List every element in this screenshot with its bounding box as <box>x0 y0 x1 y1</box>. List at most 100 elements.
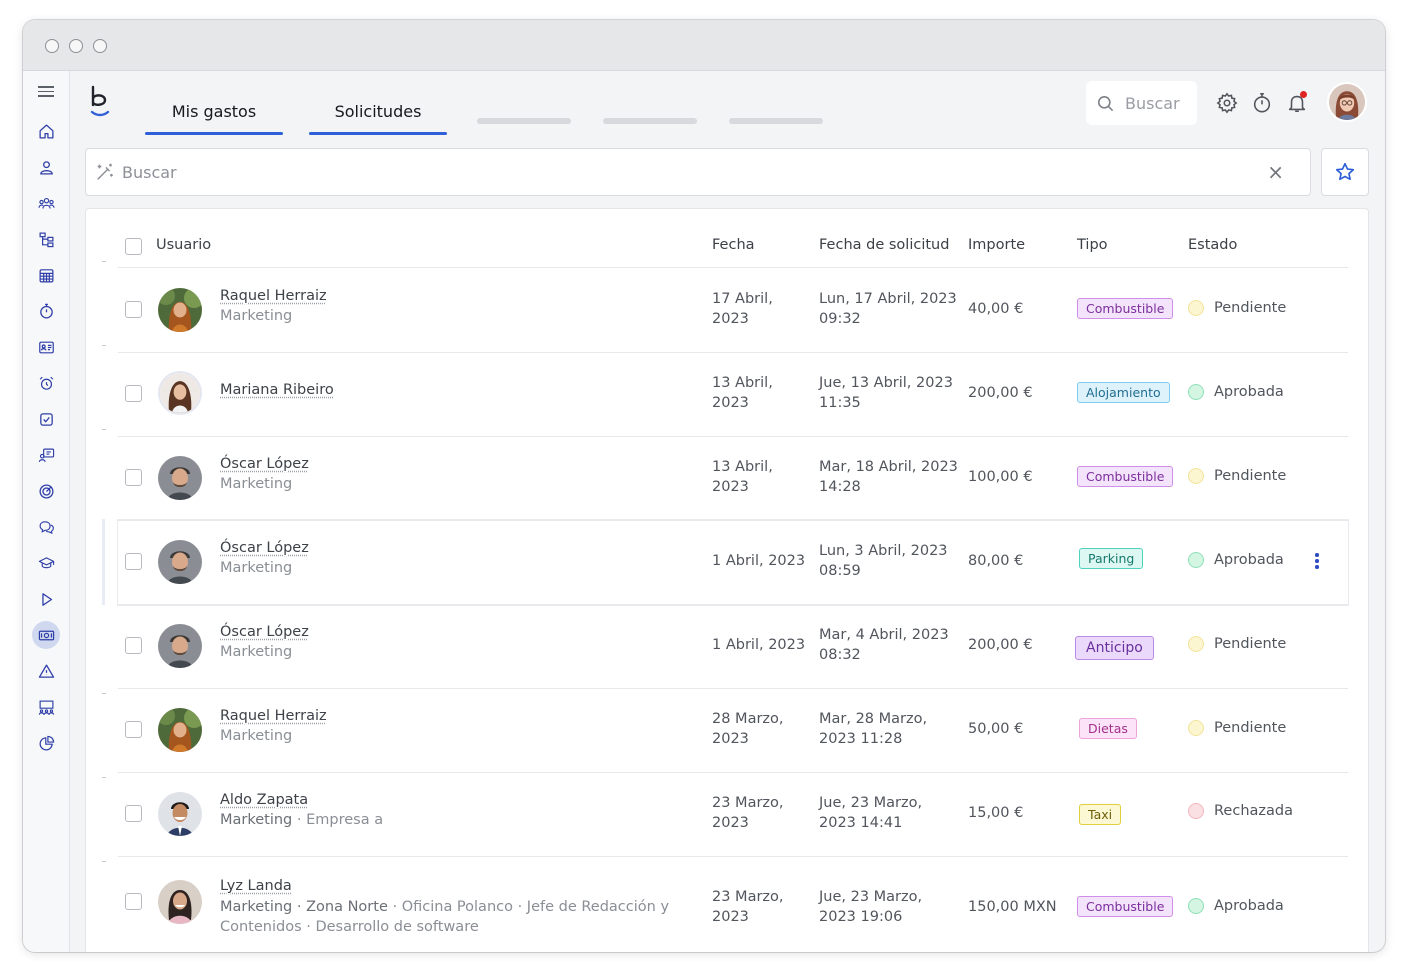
filter-search-bar[interactable]: Buscar × <box>85 148 1311 196</box>
row-checkbox[interactable] <box>125 553 142 570</box>
avatar[interactable] <box>158 540 202 584</box>
target-icon[interactable] <box>34 479 58 503</box>
row-checkbox[interactable] <box>125 637 142 654</box>
more-options-icon[interactable] <box>1314 552 1320 572</box>
row-checkbox[interactable] <box>125 301 142 318</box>
expense-date: 17 Abril, <box>712 291 773 307</box>
status-label: Pendiente <box>1214 468 1287 484</box>
bell-icon[interactable] <box>1286 91 1308 114</box>
type-badge: Combustible <box>1077 298 1174 319</box>
money-icon[interactable] <box>32 621 60 649</box>
status-indicator: Pendiente <box>1188 636 1286 652</box>
avatar[interactable] <box>158 456 202 500</box>
user-affiliation-line-2: Contenidos · Desarrollo de software <box>220 919 479 935</box>
row-checkbox[interactable] <box>125 893 142 910</box>
user-affiliation-line-1: Marketing · Zona Norte · Oficina Polanco… <box>220 897 669 917</box>
global-search[interactable]: Buscar <box>1086 81 1197 125</box>
table-row[interactable]: Raquel Herraiz Marketing 28 Marzo, 2023 … <box>118 688 1348 773</box>
user-department: Marketing <box>220 728 293 744</box>
expense-amount: 80,00 € <box>968 553 1024 569</box>
user-department: Marketing <box>220 560 293 576</box>
alarm-icon[interactable] <box>34 371 58 395</box>
tab-solicitudes[interactable]: Solicitudes <box>309 91 447 135</box>
row-checkbox[interactable] <box>125 385 142 402</box>
column-header-type[interactable]: Tipo <box>1077 237 1108 253</box>
chat-icon[interactable] <box>34 515 58 539</box>
type-badge: Anticipo <box>1075 636 1154 660</box>
status-indicator: Pendiente <box>1188 300 1286 316</box>
table-row[interactable]: Óscar López Marketing 1 Abril, 2023 Lun,… <box>118 520 1348 605</box>
table-row[interactable]: Óscar López Marketing 1 Abril, 2023 Mar,… <box>118 604 1348 689</box>
user-name-link[interactable]: Raquel Herraiz <box>220 708 327 724</box>
gear-icon[interactable] <box>1216 92 1238 114</box>
user-name-link[interactable]: Mariana Ribeiro <box>220 382 334 398</box>
avatar[interactable] <box>158 288 202 332</box>
row-marker <box>102 261 106 262</box>
user-name-link[interactable]: Lyz Landa <box>220 878 292 894</box>
column-header-user[interactable]: Usuario <box>156 237 211 253</box>
stopwatch-icon[interactable] <box>34 299 58 323</box>
user-name-link[interactable]: Óscar López <box>220 624 309 640</box>
status-indicator: Aprobada <box>1188 384 1284 400</box>
checklist-icon[interactable] <box>34 407 58 431</box>
request-time: 14:28 <box>819 479 861 495</box>
favorite-button[interactable] <box>1321 148 1369 196</box>
user-icon[interactable] <box>34 155 58 179</box>
user-name-link[interactable]: Óscar López <box>220 456 309 472</box>
status-dot <box>1188 384 1204 400</box>
user-board-icon[interactable] <box>34 443 58 467</box>
user-department: Marketing <box>220 812 293 828</box>
maximize-window-button[interactable] <box>93 39 107 53</box>
row-checkbox[interactable] <box>125 721 142 738</box>
expense-amount: 150,00 MXN <box>968 899 1057 915</box>
avatar[interactable] <box>158 880 202 924</box>
column-header-amount[interactable]: Importe <box>968 237 1025 253</box>
user-zone: Zona Norte <box>306 899 388 915</box>
row-checkbox[interactable] <box>125 805 142 822</box>
table-row[interactable]: Lyz Landa Marketing · Zona Norte · Ofici… <box>118 856 1348 952</box>
tab-placeholder <box>603 118 697 124</box>
clear-search-button[interactable]: × <box>1267 160 1284 184</box>
org-chart-icon[interactable] <box>34 227 58 251</box>
column-header-request-date[interactable]: Fecha de solicitud <box>819 237 949 253</box>
column-header-date[interactable]: Fecha <box>712 237 755 253</box>
graduation-icon[interactable] <box>34 551 58 575</box>
table-row[interactable]: Raquel Herraiz Marketing 17 Abril, 2023 … <box>118 268 1348 353</box>
meeting-icon[interactable] <box>34 695 58 719</box>
avatar[interactable] <box>158 792 202 836</box>
id-card-icon[interactable] <box>34 335 58 359</box>
avatar[interactable] <box>158 624 202 668</box>
avatar[interactable] <box>160 373 200 413</box>
table-row[interactable]: Aldo Zapata Marketing · Empresa a 23 Mar… <box>118 772 1348 857</box>
play-icon[interactable] <box>34 587 58 611</box>
user-office-position: · Oficina Polanco · Jefe de Redacción y <box>387 899 670 915</box>
row-marker <box>102 861 106 862</box>
user-name-link[interactable]: Aldo Zapata <box>220 792 308 808</box>
minimize-window-button[interactable] <box>69 39 83 53</box>
avatar[interactable] <box>158 708 202 752</box>
expense-date-year: 2023 <box>712 731 749 747</box>
menu-icon[interactable] <box>38 83 54 99</box>
avatar[interactable] <box>1329 84 1365 120</box>
row-checkbox[interactable] <box>125 469 142 486</box>
status-indicator: Aprobada <box>1188 898 1284 914</box>
home-icon[interactable] <box>34 119 58 143</box>
table-row[interactable]: Óscar López Marketing 13 Abril, 2023 Mar… <box>118 436 1348 521</box>
star-icon <box>1335 162 1355 181</box>
user-name-link[interactable]: Óscar López <box>220 540 309 556</box>
team-icon[interactable] <box>34 191 58 215</box>
expense-amount: 15,00 € <box>968 805 1024 821</box>
status-label: Pendiente <box>1214 720 1287 736</box>
tab-mis-gastos[interactable]: Mis gastos <box>145 91 283 135</box>
calendar-grid-icon[interactable] <box>34 263 58 287</box>
column-header-status[interactable]: Estado <box>1188 237 1237 253</box>
table-row[interactable]: Mariana Ribeiro 13 Abril, 2023 Jue, 13 A… <box>118 352 1348 437</box>
select-all-checkbox[interactable] <box>125 238 142 255</box>
request-time: 2023 14:41 <box>819 815 903 831</box>
user-name-link[interactable]: Raquel Herraiz <box>220 288 327 304</box>
app-window: Mis gastos Solicitudes Buscar Buscar × U… <box>23 20 1385 952</box>
warning-icon[interactable] <box>34 659 58 683</box>
close-window-button[interactable] <box>45 39 59 53</box>
stopwatch-icon[interactable] <box>1251 92 1273 114</box>
pie-chart-icon[interactable] <box>34 731 58 755</box>
